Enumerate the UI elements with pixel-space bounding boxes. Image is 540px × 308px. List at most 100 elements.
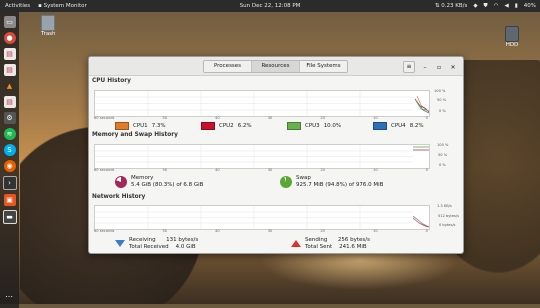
cpu1-color-button[interactable] [115, 122, 129, 130]
app-menu[interactable]: ▪ System Monitor [38, 3, 87, 9]
app-name: System Monitor [43, 3, 87, 9]
close-button[interactable]: ✕ [449, 64, 457, 71]
firefox-icon[interactable]: ◉ [3, 160, 16, 172]
cpu3-legend: CPU3 10.0% [287, 122, 341, 130]
tab-processes[interactable]: Processes [204, 61, 252, 72]
cpu4-legend: CPU4 8.2% [373, 122, 424, 130]
document-icon[interactable]: ▤ [3, 48, 16, 60]
maximize-button[interactable]: ▫ [435, 64, 443, 71]
memory-history-title: Memory and Swap History [92, 132, 178, 138]
wifi-icon[interactable]: ◠ [494, 3, 499, 9]
x-label: 50 [162, 229, 168, 233]
mem-pct-50: 50 % [438, 153, 448, 157]
cpu3-color-button[interactable] [287, 122, 301, 130]
dropbox-icon[interactable]: ◆ [473, 3, 477, 9]
sending-legend: Sending 256 bytes/s Total Sent 241.6 MiB [291, 237, 370, 250]
swap-value: 925.7 MiB (94.8%) of 976.0 MiB [296, 181, 384, 188]
cpu1-value: 7.3% [151, 123, 166, 129]
sending-value: 256 bytes/s [337, 237, 370, 243]
x-label: 40 [215, 229, 220, 233]
x-label: 60 seconds [94, 168, 115, 172]
tab-file-systems[interactable]: File Systems [300, 61, 347, 72]
activities-button[interactable]: Activities [5, 3, 30, 9]
monitor-icon[interactable]: ▬ [2, 210, 17, 224]
receiving-label: Receiving [129, 237, 156, 243]
cpu2-color-button[interactable] [201, 122, 215, 130]
shield-icon[interactable]: ⛊ [484, 3, 488, 10]
files-icon[interactable]: ▭ [3, 16, 16, 28]
battery-icon[interactable]: ▮ [515, 3, 518, 9]
trash-label: Trash [41, 31, 56, 37]
cpu4-label: CPU4 [391, 123, 406, 129]
x-label: 30 [267, 229, 273, 233]
x-label: 60 seconds [94, 116, 115, 120]
cpu4-color-button[interactable] [373, 122, 387, 130]
x-label: 30 [267, 168, 273, 172]
hdd-desktop-icon[interactable]: HDD [505, 26, 519, 48]
sending-arrow-icon[interactable] [291, 240, 301, 247]
x-label: 10 [373, 116, 378, 120]
document-icon[interactable]: ▤ [3, 96, 16, 108]
menu-button[interactable]: ≡ [403, 61, 415, 73]
minimize-button[interactable]: – [421, 64, 429, 71]
terminal-icon[interactable]: › [2, 176, 17, 190]
settings-icon[interactable]: ⚙ [3, 112, 16, 124]
trash-desktop-icon[interactable]: Trash [41, 15, 56, 37]
receiving-legend: Receiving 131 bytes/s Total Received 4.0… [115, 237, 198, 250]
net-speed-indicator[interactable]: ⇅ 0.23 KB/s [435, 3, 467, 9]
memory-graph [94, 144, 430, 169]
cpu-x-axis: 60 seconds 50 40 30 20 10 0 [94, 116, 428, 120]
software-icon[interactable]: ▣ [3, 194, 16, 206]
hdd-label: HDD [505, 42, 519, 48]
memory-pie-chart[interactable] [115, 175, 127, 188]
mem-pct-100: 100 % [437, 143, 449, 147]
x-label: 50 [162, 116, 168, 120]
cpu-graph-svg [95, 91, 430, 116]
swap-legend: Swap 925.7 MiB (94.8%) of 976.0 MiB [280, 175, 383, 188]
network-graph [94, 205, 430, 230]
x-label: 60 seconds [94, 229, 115, 233]
top-bar: Activities ▪ System Monitor Sun Dec 22, … [0, 0, 540, 12]
chrome-icon[interactable]: ● [3, 32, 16, 44]
dock: ▭ ● ▤ ▤ ▲ ▤ ⚙ ≋ S ◉ › ▣ ▬ ⋯ [0, 12, 19, 308]
swap-pie-chart[interactable] [280, 175, 292, 188]
clock[interactable]: Sun Dec 22, 12:08 PM [240, 3, 301, 9]
system-monitor-window: Processes Resources File Systems ≡ – ▫ ✕… [88, 56, 464, 254]
battery-percent: 40% [523, 3, 536, 9]
total-received-label: Total Received [129, 243, 169, 250]
volume-icon[interactable]: ◀ [505, 3, 509, 9]
memory-value: 5.4 GiB (80.3%) of 6.8 GiB [131, 181, 204, 188]
tab-bar: Processes Resources File Systems [203, 60, 348, 73]
cpu3-value: 10.0% [323, 123, 342, 129]
net-rate-low: 0 bytes/s [439, 223, 456, 227]
cpu1-legend: CPU1 7.3% [115, 122, 166, 130]
tab-resources[interactable]: Resources [252, 61, 300, 72]
cpu-history-title: CPU History [92, 78, 131, 84]
x-label: 20 [320, 168, 325, 172]
document-icon[interactable]: ▤ [3, 64, 16, 76]
window-header[interactable]: Processes Resources File Systems ≡ – ▫ ✕ [89, 57, 463, 76]
show-apps-icon[interactable]: ⋯ [2, 292, 16, 304]
x-label: 40 [215, 116, 220, 120]
drive-icon [505, 26, 519, 42]
total-sent-label: Total Sent [305, 243, 333, 250]
memory-x-axis: 60 seconds 50 40 30 20 10 0 [94, 168, 428, 172]
sending-label: Sending [305, 237, 328, 243]
x-label: 40 [215, 168, 220, 172]
cpu2-value: 6.2% [237, 123, 252, 129]
cpu3-label: CPU3 [305, 123, 320, 129]
x-label: 20 [320, 116, 325, 120]
x-label: 10 [373, 168, 378, 172]
x-label: 0 [425, 168, 428, 172]
x-label: 0 [425, 229, 428, 233]
spotify-icon[interactable]: ≋ [3, 128, 16, 140]
skype-icon[interactable]: S [3, 144, 16, 156]
vlc-icon[interactable]: ▲ [4, 80, 16, 92]
hamburger-icon: ≡ [406, 63, 412, 70]
cpu-graph [94, 90, 430, 117]
memory-legend: Memory 5.4 GiB (80.3%) of 6.8 GiB [115, 175, 203, 188]
cpu4-value: 8.2% [409, 123, 424, 129]
net-rate-high: 1.3 KB/s [437, 204, 452, 208]
receiving-arrow-icon[interactable] [115, 240, 125, 247]
cpu2-label: CPU2 [219, 123, 234, 129]
